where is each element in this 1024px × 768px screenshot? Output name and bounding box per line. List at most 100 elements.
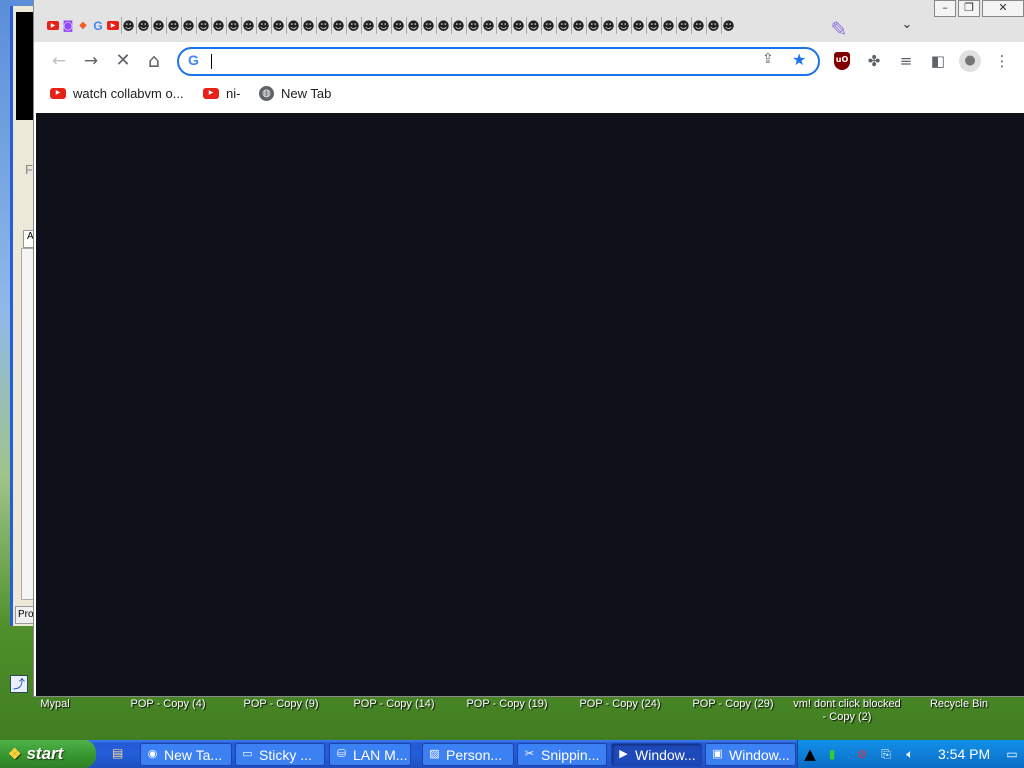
- skull-tab-icon[interactable]: [181, 17, 195, 34]
- skull-tab-icon[interactable]: [676, 17, 690, 34]
- skull-tab-icon[interactable]: [151, 17, 165, 34]
- desktop-icon-label[interactable]: POP - Copy (24): [570, 698, 670, 711]
- start-button[interactable]: ❖ start: [0, 740, 96, 768]
- skull-tab-icon[interactable]: [541, 17, 555, 34]
- skull-tab-icon[interactable]: [271, 17, 285, 34]
- desktop-icon-label[interactable]: POP - Copy (4): [118, 698, 218, 711]
- desktop-icon-label[interactable]: POP - Copy (19): [457, 698, 557, 711]
- notification-icon[interactable]: ▭: [1004, 746, 1020, 762]
- network-monitor-icon[interactable]: ▮: [824, 746, 840, 762]
- skull-tab-icon[interactable]: [586, 17, 600, 34]
- taskbar-button[interactable]: ▨ Person...: [422, 743, 514, 766]
- youtube-tab-icon[interactable]: [106, 17, 120, 34]
- ublock-origin-icon[interactable]: uO: [834, 52, 850, 70]
- twitch-tab-icon[interactable]: [61, 17, 75, 34]
- skull-tab-icon[interactable]: [706, 17, 720, 34]
- bookmark-item[interactable]: ▶ ni-: [203, 86, 240, 101]
- network-disconnected-icon[interactable]: ⊘: [854, 746, 870, 762]
- globe-icon: ◍: [259, 86, 274, 101]
- back-arrow-icon[interactable]: ←: [47, 49, 71, 73]
- skull-tab-icon[interactable]: [241, 17, 255, 34]
- skull-tab-icon[interactable]: [436, 17, 450, 34]
- skull-tab-icon[interactable]: [166, 17, 180, 34]
- skull-tab-icon[interactable]: [496, 17, 510, 34]
- skull-tab-icon[interactable]: [661, 17, 675, 34]
- stop-loading-icon[interactable]: ✕: [111, 49, 135, 73]
- skull-tab-icon[interactable]: [391, 17, 405, 34]
- show-desktop-icon[interactable]: ▤: [112, 746, 130, 762]
- extensions-puzzle-icon[interactable]: ✤: [863, 50, 885, 72]
- bookmark-star-icon[interactable]: ★: [792, 50, 806, 69]
- page-content[interactable]: [36, 113, 1024, 696]
- taskbar-button[interactable]: ▶ Window...: [611, 743, 702, 766]
- skull-tab-icon[interactable]: [481, 17, 495, 34]
- volume-icon[interactable]: 🔈︎: [902, 746, 918, 762]
- profile-mascot-icon[interactable]: ✎: [824, 14, 854, 44]
- address-bar[interactable]: G ⇪ ★: [177, 47, 820, 76]
- forward-arrow-icon[interactable]: →: [79, 49, 103, 73]
- desktop-icon-label[interactable]: POP - Copy (29): [683, 698, 783, 711]
- skull-tab-icon[interactable]: [226, 17, 240, 34]
- desktop-icon-label[interactable]: POP - Copy (9): [231, 698, 331, 711]
- skull-tab-icon[interactable]: [286, 17, 300, 34]
- bookmark-item[interactable]: ▶ watch collabvm o...: [50, 86, 184, 101]
- system-tray: ▲ ▮ ⊘ ⎘ 🔈︎ 3:54 PM ▭: [797, 740, 1024, 768]
- taskbar-button-label: New Ta...: [164, 746, 223, 763]
- skull-tab-icon[interactable]: [136, 17, 150, 34]
- cursor-app-icon[interactable]: ▲: [802, 746, 818, 762]
- skull-tab-icon[interactable]: [526, 17, 540, 34]
- skull-tab-icon[interactable]: [601, 17, 615, 34]
- side-panel-icon[interactable]: ◧: [927, 50, 949, 72]
- tab-search-chevron-icon[interactable]: ⌄: [897, 15, 917, 35]
- skull-tab-icon[interactable]: [406, 17, 420, 34]
- skull-tab-icon[interactable]: [376, 17, 390, 34]
- media-control-icon[interactable]: ≡: [895, 50, 917, 72]
- taskbar-button[interactable]: ◉ New Ta...: [140, 743, 232, 766]
- taskbar-button[interactable]: ▭ Sticky ...: [235, 743, 325, 766]
- skull-tab-icon[interactable]: [346, 17, 360, 34]
- skull-tab-icon[interactable]: [646, 17, 660, 34]
- desktop-icon-label[interactable]: vm! dont click blocked - Copy (2): [790, 698, 904, 724]
- skull-tab-icon[interactable]: [571, 17, 585, 34]
- home-icon[interactable]: ⌂: [142, 49, 166, 73]
- clock[interactable]: 3:54 PM: [938, 746, 990, 762]
- desktop-icon-label[interactable]: POP - Copy (14): [344, 698, 444, 711]
- skull-tab-icon[interactable]: [421, 17, 435, 34]
- bookmark-item[interactable]: ◍ New Tab: [259, 86, 331, 101]
- restore-button[interactable]: ❐: [958, 0, 980, 17]
- skull-tab-icon[interactable]: [556, 17, 570, 34]
- google-tab-icon[interactable]: [91, 17, 105, 34]
- text-cursor: [211, 54, 212, 69]
- skull-tab-icon[interactable]: [631, 17, 645, 34]
- taskbar-button[interactable]: ▣ Window...: [705, 743, 796, 766]
- skull-tab-icon[interactable]: [256, 17, 270, 34]
- skull-tab-icon[interactable]: [211, 17, 225, 34]
- skull-tab-icon[interactable]: [196, 17, 210, 34]
- profile-avatar-icon[interactable]: ●: [959, 50, 981, 72]
- taskbar-button-label: Window...: [729, 746, 790, 763]
- share-icon[interactable]: ⇪: [762, 51, 774, 67]
- skull-tab-icon[interactable]: [331, 17, 345, 34]
- skull-tab-icon[interactable]: [691, 17, 705, 34]
- skull-tab-icon[interactable]: [466, 17, 480, 34]
- skull-tab-icon[interactable]: [121, 17, 135, 34]
- menu-kebab-icon[interactable]: ⋮: [991, 50, 1013, 72]
- desktop-icon-label[interactable]: Recycle Bin: [919, 698, 999, 711]
- close-button[interactable]: ✕: [982, 0, 1024, 17]
- safely-remove-icon[interactable]: ⎘: [878, 746, 894, 762]
- skull-tab-icon[interactable]: [721, 17, 735, 34]
- taskbar-button[interactable]: ✂ Snippin...: [517, 743, 607, 766]
- skull-tab-icon[interactable]: [316, 17, 330, 34]
- desktop-icon-label[interactable]: Mypal: [20, 698, 90, 711]
- skull-tab-icon[interactable]: [511, 17, 525, 34]
- skull-tab-icon[interactable]: [451, 17, 465, 34]
- skull-tab-icon[interactable]: [616, 17, 630, 34]
- brave-tab-icon[interactable]: [76, 17, 90, 34]
- taskbar-button[interactable]: ⛁ LAN M...: [329, 743, 411, 766]
- address-input[interactable]: [209, 52, 749, 71]
- desktop-shortcut-icon[interactable]: ⤴: [10, 675, 28, 693]
- skull-tab-icon[interactable]: [301, 17, 315, 34]
- youtube-tab-icon[interactable]: [46, 17, 60, 34]
- minimize-button[interactable]: –: [934, 0, 956, 17]
- skull-tab-icon[interactable]: [361, 17, 375, 34]
